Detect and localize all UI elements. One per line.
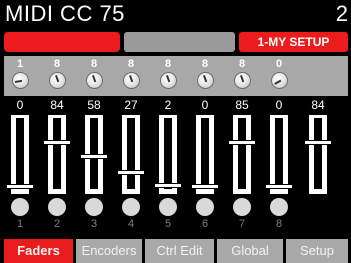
encoder-knob-6[interactable]: [197, 72, 214, 89]
tab-global[interactable]: Global: [217, 239, 283, 263]
encoder-knob-7[interactable]: [234, 72, 251, 89]
channel-number-5: 5: [164, 218, 172, 230]
tab-setup[interactable]: Setup: [286, 239, 348, 263]
fader-4-handle[interactable]: [117, 170, 145, 175]
status-bar-gray: [124, 32, 235, 52]
fader-5[interactable]: [154, 115, 182, 194]
fader-6-value: 0: [201, 98, 209, 112]
encoder-knob-5[interactable]: [160, 72, 177, 89]
fader-5-handle[interactable]: [154, 183, 182, 188]
fader-8-value: 0: [275, 98, 283, 112]
channel-button-2[interactable]: [48, 198, 66, 216]
channel-button-7[interactable]: [233, 198, 251, 216]
fader-7[interactable]: [228, 115, 256, 194]
fader-7-slot: [238, 118, 246, 189]
knob-pointer: [55, 75, 60, 83]
fader-8[interactable]: [265, 115, 293, 194]
channel-button-1[interactable]: [11, 198, 29, 216]
channel-number-4: 4: [127, 218, 135, 230]
fader-1-slot: [16, 118, 24, 189]
knob-pointer: [129, 75, 134, 83]
master-fader-handle[interactable]: [304, 140, 332, 145]
knob-pointer: [240, 75, 245, 83]
encoder-value-6: 8: [201, 58, 209, 70]
encoder-value-8: 0: [275, 58, 283, 70]
fader-1-value: 0: [16, 98, 24, 112]
fader-6-handle[interactable]: [191, 184, 219, 189]
channel-button-3[interactable]: [85, 198, 103, 216]
fader-1-handle[interactable]: [6, 184, 34, 189]
encoder-value-5: 8: [164, 58, 172, 70]
encoder-knob-1[interactable]: [12, 72, 29, 89]
encoder-knob-4[interactable]: [123, 72, 140, 89]
setup-selector[interactable]: 1-MY SETUP: [239, 32, 348, 52]
knob-pointer: [203, 75, 208, 83]
tab-ctrl-edit[interactable]: Ctrl Edit: [145, 239, 214, 263]
fader-2-value: 84: [50, 98, 64, 112]
channel-number-6: 6: [201, 218, 209, 230]
knob-pointer: [166, 75, 171, 83]
channel-button-5[interactable]: [159, 198, 177, 216]
tab-encoders[interactable]: Encoders: [76, 239, 142, 263]
knob-pointer: [14, 79, 23, 84]
tab-faders[interactable]: Faders: [4, 239, 73, 263]
encoder-knob-2[interactable]: [49, 72, 66, 89]
page-title: MIDI CC 75: [5, 1, 125, 26]
fader-3-value: 58: [87, 98, 101, 112]
encoder-value-3: 8: [90, 58, 98, 70]
master-fader-slot: [314, 118, 322, 189]
fader-5-value: 2: [164, 98, 172, 112]
status-bar-red: [4, 32, 120, 52]
knob-pointer: [92, 75, 97, 83]
fader-4[interactable]: [117, 115, 145, 194]
fader-7-value: 85: [235, 98, 249, 112]
fader-5-slot: [164, 118, 172, 189]
fader-2[interactable]: [43, 115, 71, 194]
encoder-knob-3[interactable]: [86, 72, 103, 89]
channel-number-2: 2: [53, 218, 61, 230]
channel-number-1: 1: [16, 218, 24, 230]
fader-3[interactable]: [80, 115, 108, 194]
fader-6-slot: [201, 118, 209, 189]
encoder-value-4: 8: [127, 58, 135, 70]
channel-number-7: 7: [238, 218, 246, 230]
knob-pointer: [274, 79, 282, 85]
fader-3-handle[interactable]: [80, 154, 108, 159]
encoder-value-7: 8: [238, 58, 246, 70]
encoder-value-1: 1: [16, 58, 24, 70]
page-number: 2: [335, 1, 348, 26]
channel-number-8: 8: [275, 218, 283, 230]
fader-7-handle[interactable]: [228, 140, 256, 145]
fader-8-slot: [275, 118, 283, 189]
fader-4-slot: [127, 118, 135, 189]
fader-1[interactable]: [6, 115, 34, 194]
encoder-knob-8[interactable]: [271, 72, 288, 89]
channel-button-4[interactable]: [122, 198, 140, 216]
fader-2-handle[interactable]: [43, 140, 71, 145]
fader-6[interactable]: [191, 115, 219, 194]
channel-number-3: 3: [90, 218, 98, 230]
fader-8-handle[interactable]: [265, 184, 293, 189]
master-fader-value: 84: [311, 98, 325, 112]
channel-button-6[interactable]: [196, 198, 214, 216]
fader-2-slot: [53, 118, 61, 189]
encoder-panel: 1 8 8 8 8 8 8 0: [4, 56, 348, 96]
master-fader[interactable]: [304, 115, 332, 194]
encoder-value-2: 8: [53, 58, 61, 70]
fader-4-value: 27: [124, 98, 138, 112]
channel-button-8[interactable]: [270, 198, 288, 216]
